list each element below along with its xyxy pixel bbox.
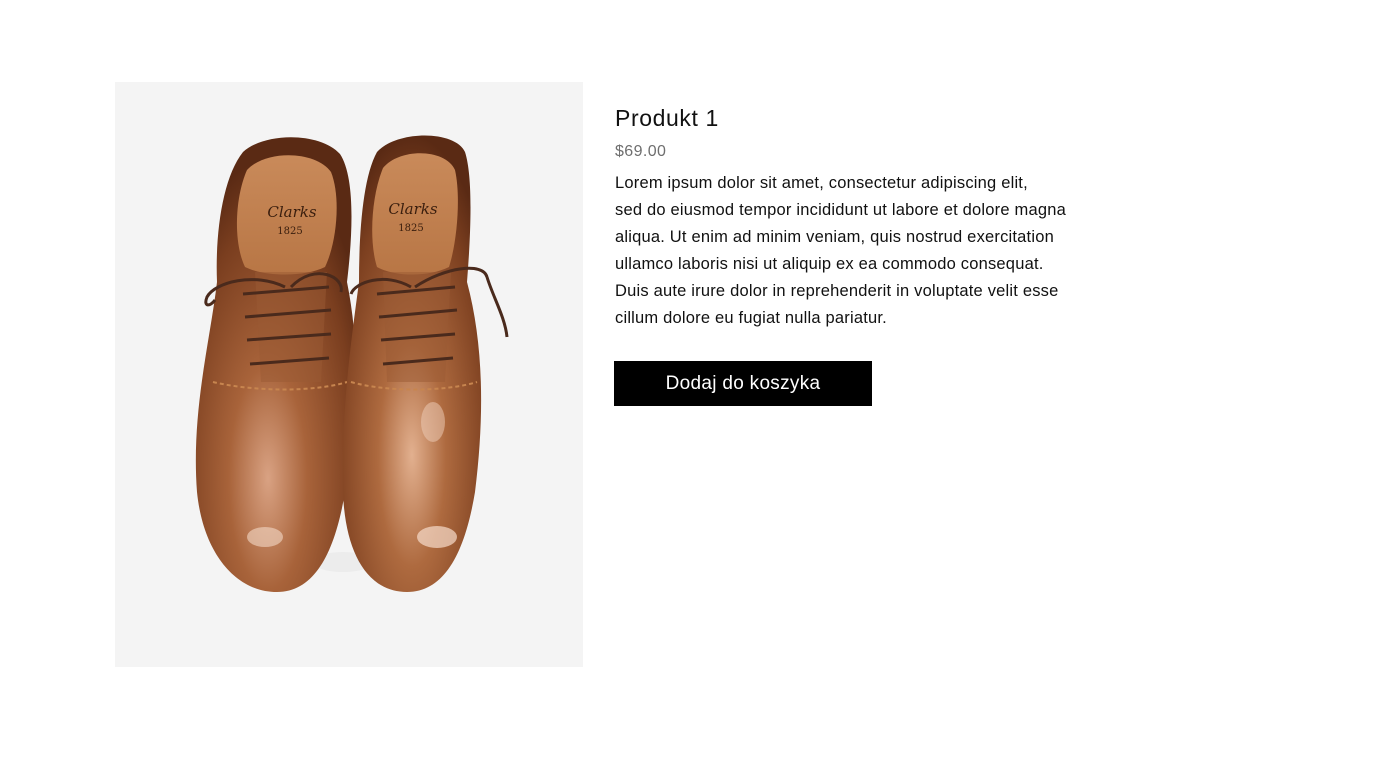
product-info: Produkt 1 $69.00 Lorem ipsum dolor sit a… xyxy=(615,100,1175,332)
description-line: sed do eiusmod tempor incididunt ut labo… xyxy=(615,201,1066,219)
product-description: Lorem ipsum dolor sit amet, consectetur … xyxy=(615,170,1175,332)
description-line: ullamco laboris nisi ut aliquip ex ea co… xyxy=(615,255,1044,273)
description-line: Duis aute irure dolor in reprehenderit i… xyxy=(615,282,1059,300)
svg-text:Clarks: Clarks xyxy=(388,200,437,218)
product-title: Produkt 1 xyxy=(615,105,719,131)
left-shoe: Clarks 1825 xyxy=(195,137,357,592)
description-line: aliqua. Ut enim ad minim veniam, quis no… xyxy=(615,228,1054,246)
svg-text:1825: 1825 xyxy=(398,223,423,234)
svg-text:Clarks: Clarks xyxy=(267,203,316,221)
product-page: Clarks 1825 Clarks 1825 Produkt 1 $69.00… xyxy=(0,0,1400,770)
description-line: Lorem ipsum dolor sit amet, consectetur … xyxy=(615,174,1028,192)
right-shoe: Clarks 1825 xyxy=(342,135,509,592)
shoes-illustration: Clarks 1825 Clarks 1825 xyxy=(195,135,509,592)
svg-text:1825: 1825 xyxy=(277,226,302,237)
description-line: cillum dolore eu fugiat nulla pariatur. xyxy=(615,309,887,327)
product-price: $69.00 xyxy=(615,143,667,160)
product-image: Clarks 1825 Clarks 1825 xyxy=(115,82,583,667)
add-to-cart-button[interactable]: Dodaj do koszyka xyxy=(614,361,872,406)
